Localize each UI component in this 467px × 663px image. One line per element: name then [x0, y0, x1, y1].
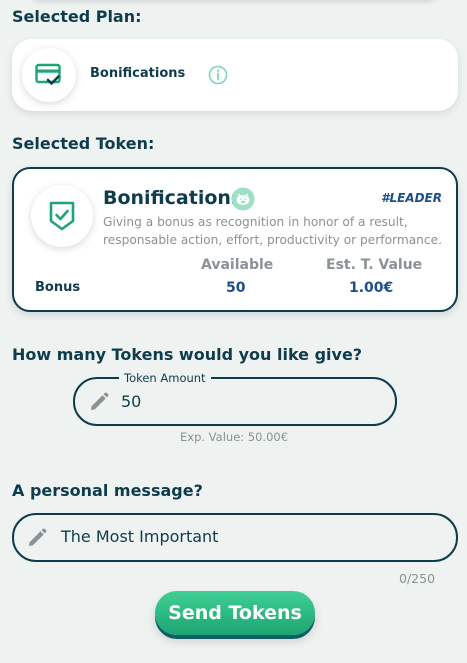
piggy-bank-icon [231, 187, 255, 211]
card-check-icon [35, 63, 61, 85]
info-icon[interactable] [208, 65, 228, 85]
plan-icon-circle [22, 48, 76, 102]
expected-value-hint: Exp. Value: 50.00€ [180, 430, 289, 444]
send-tokens-button[interactable]: Send Tokens [155, 591, 315, 635]
message-char-counter: 0/250 [399, 571, 436, 586]
pencil-icon [91, 392, 109, 410]
selected-plan-heading: Selected Plan: [12, 7, 142, 26]
est-value: 1.00€ [349, 280, 394, 296]
token-amount-label: Token Amount [119, 371, 211, 385]
available-label: Available [201, 257, 274, 273]
token-description: Giving a bonus as recognition in honor o… [103, 215, 442, 247]
shield-check-icon [49, 201, 75, 231]
available-value: 50 [226, 280, 246, 296]
token-amount-value[interactable]: 50 [121, 392, 141, 411]
token-name: Bonifications [103, 187, 243, 209]
token-amount-field[interactable]: Token Amount 50 [73, 371, 397, 426]
plan-name: Bonifications [90, 66, 186, 81]
amount-question: How many Tokens would you like give? [12, 345, 363, 364]
pencil-icon [29, 528, 47, 546]
personal-message-field[interactable]: The Most Important [12, 513, 458, 562]
personal-message-value[interactable]: The Most Important [61, 527, 218, 546]
selected-token-heading: Selected Token: [12, 134, 155, 153]
message-question: A personal message? [12, 481, 203, 500]
selected-plan-card[interactable]: Bonifications [12, 39, 458, 111]
token-icon-circle [31, 185, 93, 247]
token-type-label: Bonus [35, 280, 81, 295]
leader-tag: #LEADER [381, 191, 442, 205]
est-value-label: Est. T. Value [326, 257, 423, 273]
selected-token-card[interactable]: Bonifications #LEADER Giving a bonus as … [12, 167, 458, 312]
